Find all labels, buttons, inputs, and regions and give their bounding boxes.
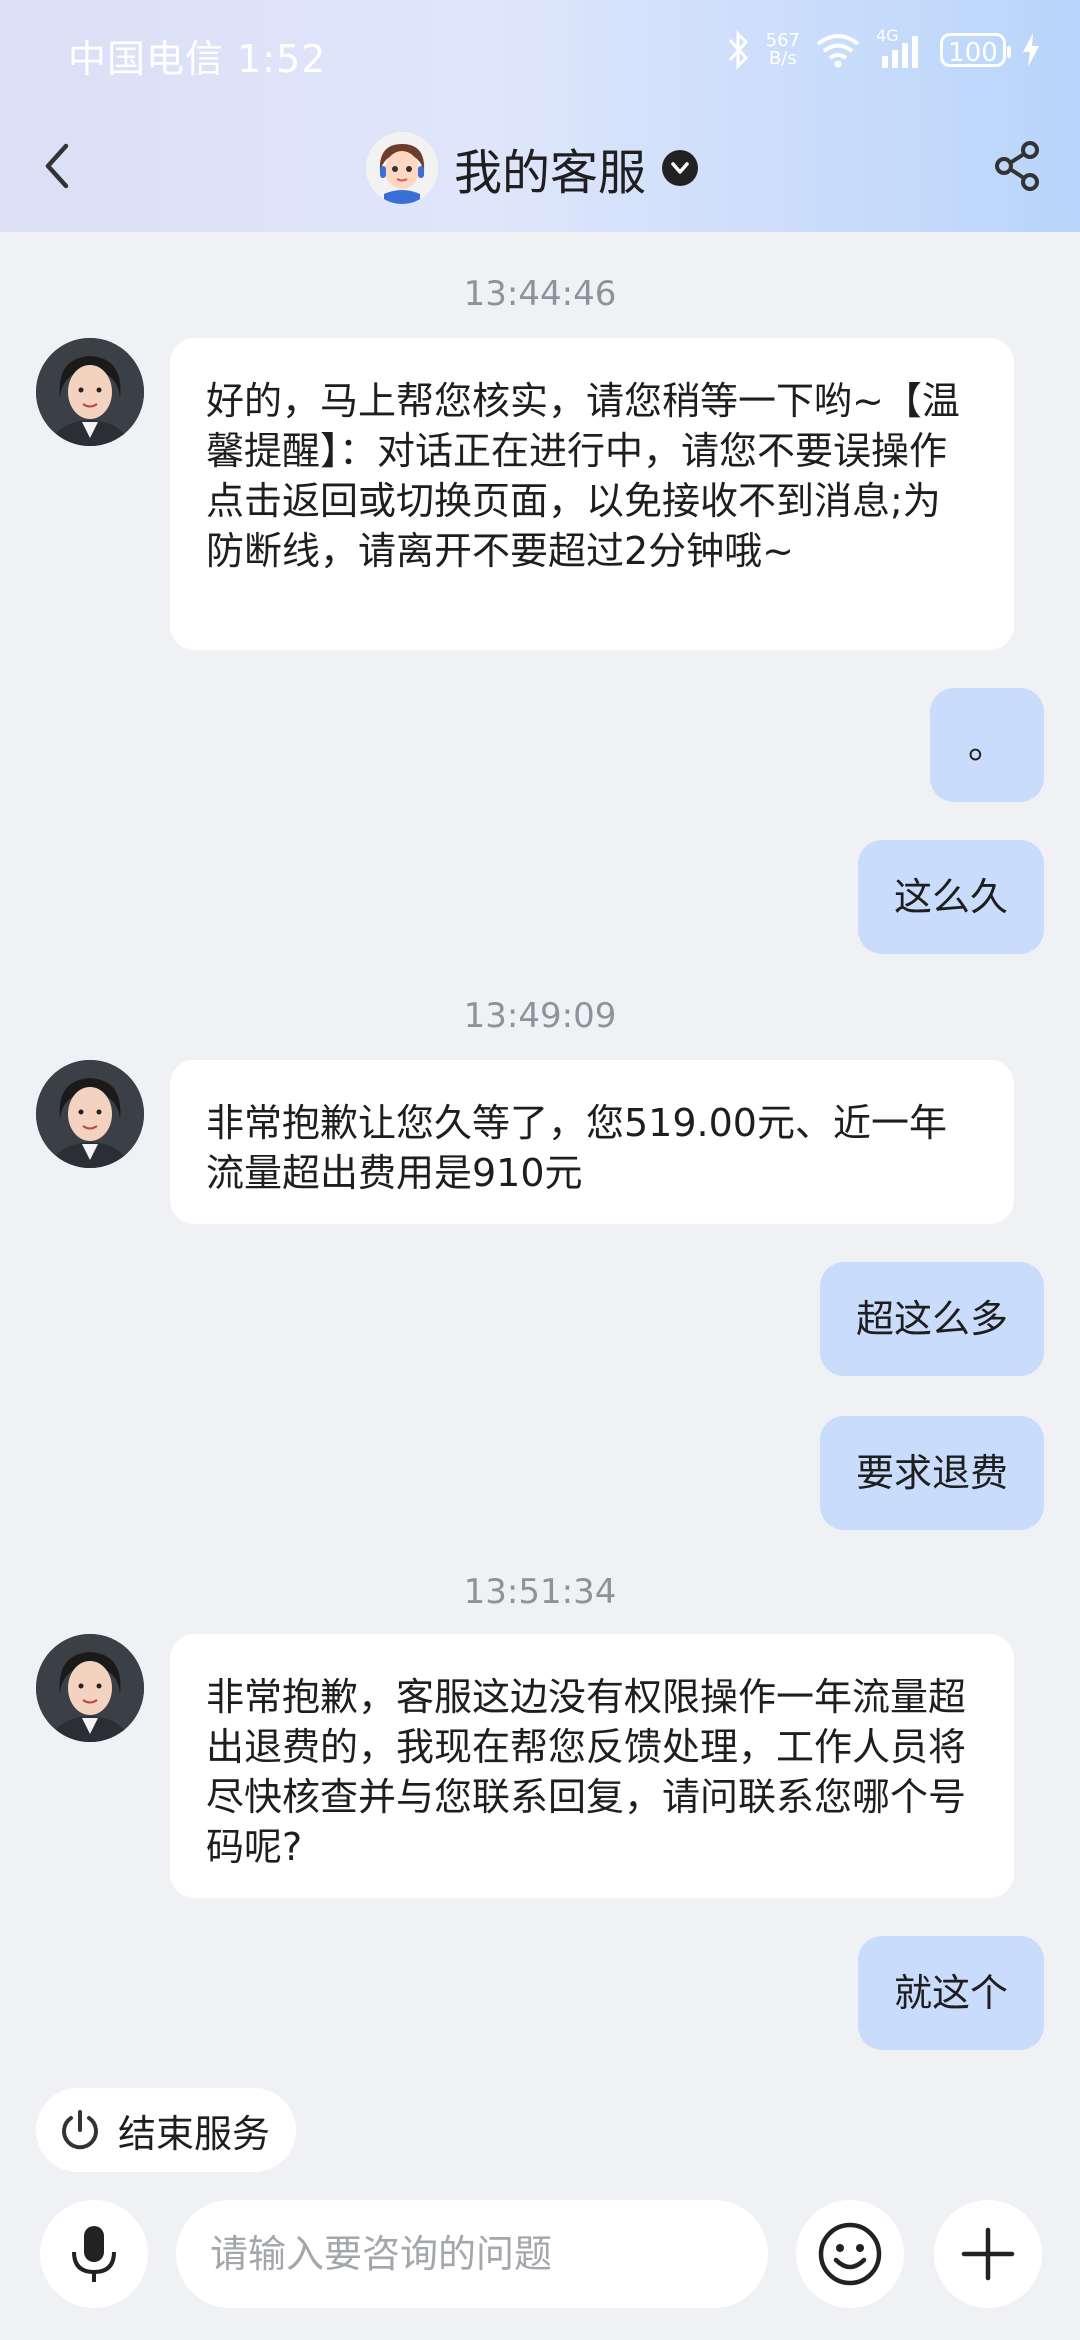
user-message: 。 — [929, 688, 1044, 802]
net-speed-unit: B/s — [768, 48, 797, 69]
agent-message: 非常抱歉，客服这边没有权限操作一年流量超出退费的，我现在帮您反馈处理，工作人员将… — [170, 1634, 1014, 1898]
power-icon — [62, 2110, 98, 2150]
message-timestamp: 13:44:46 — [463, 274, 617, 314]
battery-indicator: 100 — [940, 33, 1011, 68]
header: 中国电信 1:52 567 B/s 4G 100 我的客服 — [0, 0, 1080, 232]
plus-icon — [961, 2227, 1015, 2281]
voice-button[interactable] — [40, 2200, 148, 2308]
agent-avatar — [36, 1634, 144, 1742]
nav-bar: 我的客服 — [0, 120, 1080, 212]
microphone-icon — [72, 2226, 116, 2282]
user-message: 这么久 — [857, 840, 1044, 954]
page-title: 我的客服 — [454, 145, 647, 201]
agent-avatar — [36, 1060, 144, 1168]
more-button[interactable] — [934, 2200, 1042, 2308]
emoji-icon — [818, 2222, 882, 2286]
emoji-button[interactable] — [796, 2200, 904, 2308]
back-arrow-icon — [45, 143, 69, 189]
message-timestamp: 13:49:09 — [463, 996, 617, 1036]
status-icons: 567 B/s 4G 100 — [726, 24, 1040, 76]
net-speed: 567 B/s — [766, 32, 800, 68]
agent-avatar — [36, 338, 144, 446]
message-timestamp: 13:51:34 — [463, 1572, 617, 1612]
user-message: 要求退费 — [819, 1416, 1044, 1530]
share-icon — [995, 141, 1039, 191]
message-input[interactable]: 请输入要咨询的问题 — [176, 2200, 768, 2308]
cell-signal-icon: 4G — [876, 26, 924, 70]
chevron-down-circle-icon[interactable] — [662, 150, 699, 186]
chat-screen: 中国电信 1:52 567 B/s 4G 100 我的客服 13:44:46 好… — [0, 0, 1080, 2340]
title-group[interactable]: 我的客服 — [366, 128, 699, 208]
end-service-label: 结束服务 — [118, 2111, 271, 2156]
share-button[interactable] — [990, 138, 1046, 194]
user-message: 就这个 — [857, 1936, 1044, 2050]
charging-icon — [1023, 33, 1039, 67]
service-avatar — [366, 132, 438, 204]
wifi-icon — [816, 34, 860, 68]
bluetooth-icon — [728, 30, 748, 70]
back-button[interactable] — [32, 138, 88, 194]
agent-message: 非常抱歉让您久等了，您519.00元、近一年流量超出费用是910元 — [170, 1060, 1014, 1224]
carrier-time: 中国电信 1:52 — [68, 37, 327, 81]
agent-message: 好的，马上帮您核实，请您稍等一下哟~【温馨提醒】：对话正在进行中，请您不要误操作… — [170, 338, 1014, 650]
end-service-button[interactable]: 结束服务 — [36, 2088, 297, 2172]
user-message: 超这么多 — [819, 1262, 1044, 1376]
status-bar: 中国电信 1:52 567 B/s 4G 100 — [0, 0, 1080, 100]
